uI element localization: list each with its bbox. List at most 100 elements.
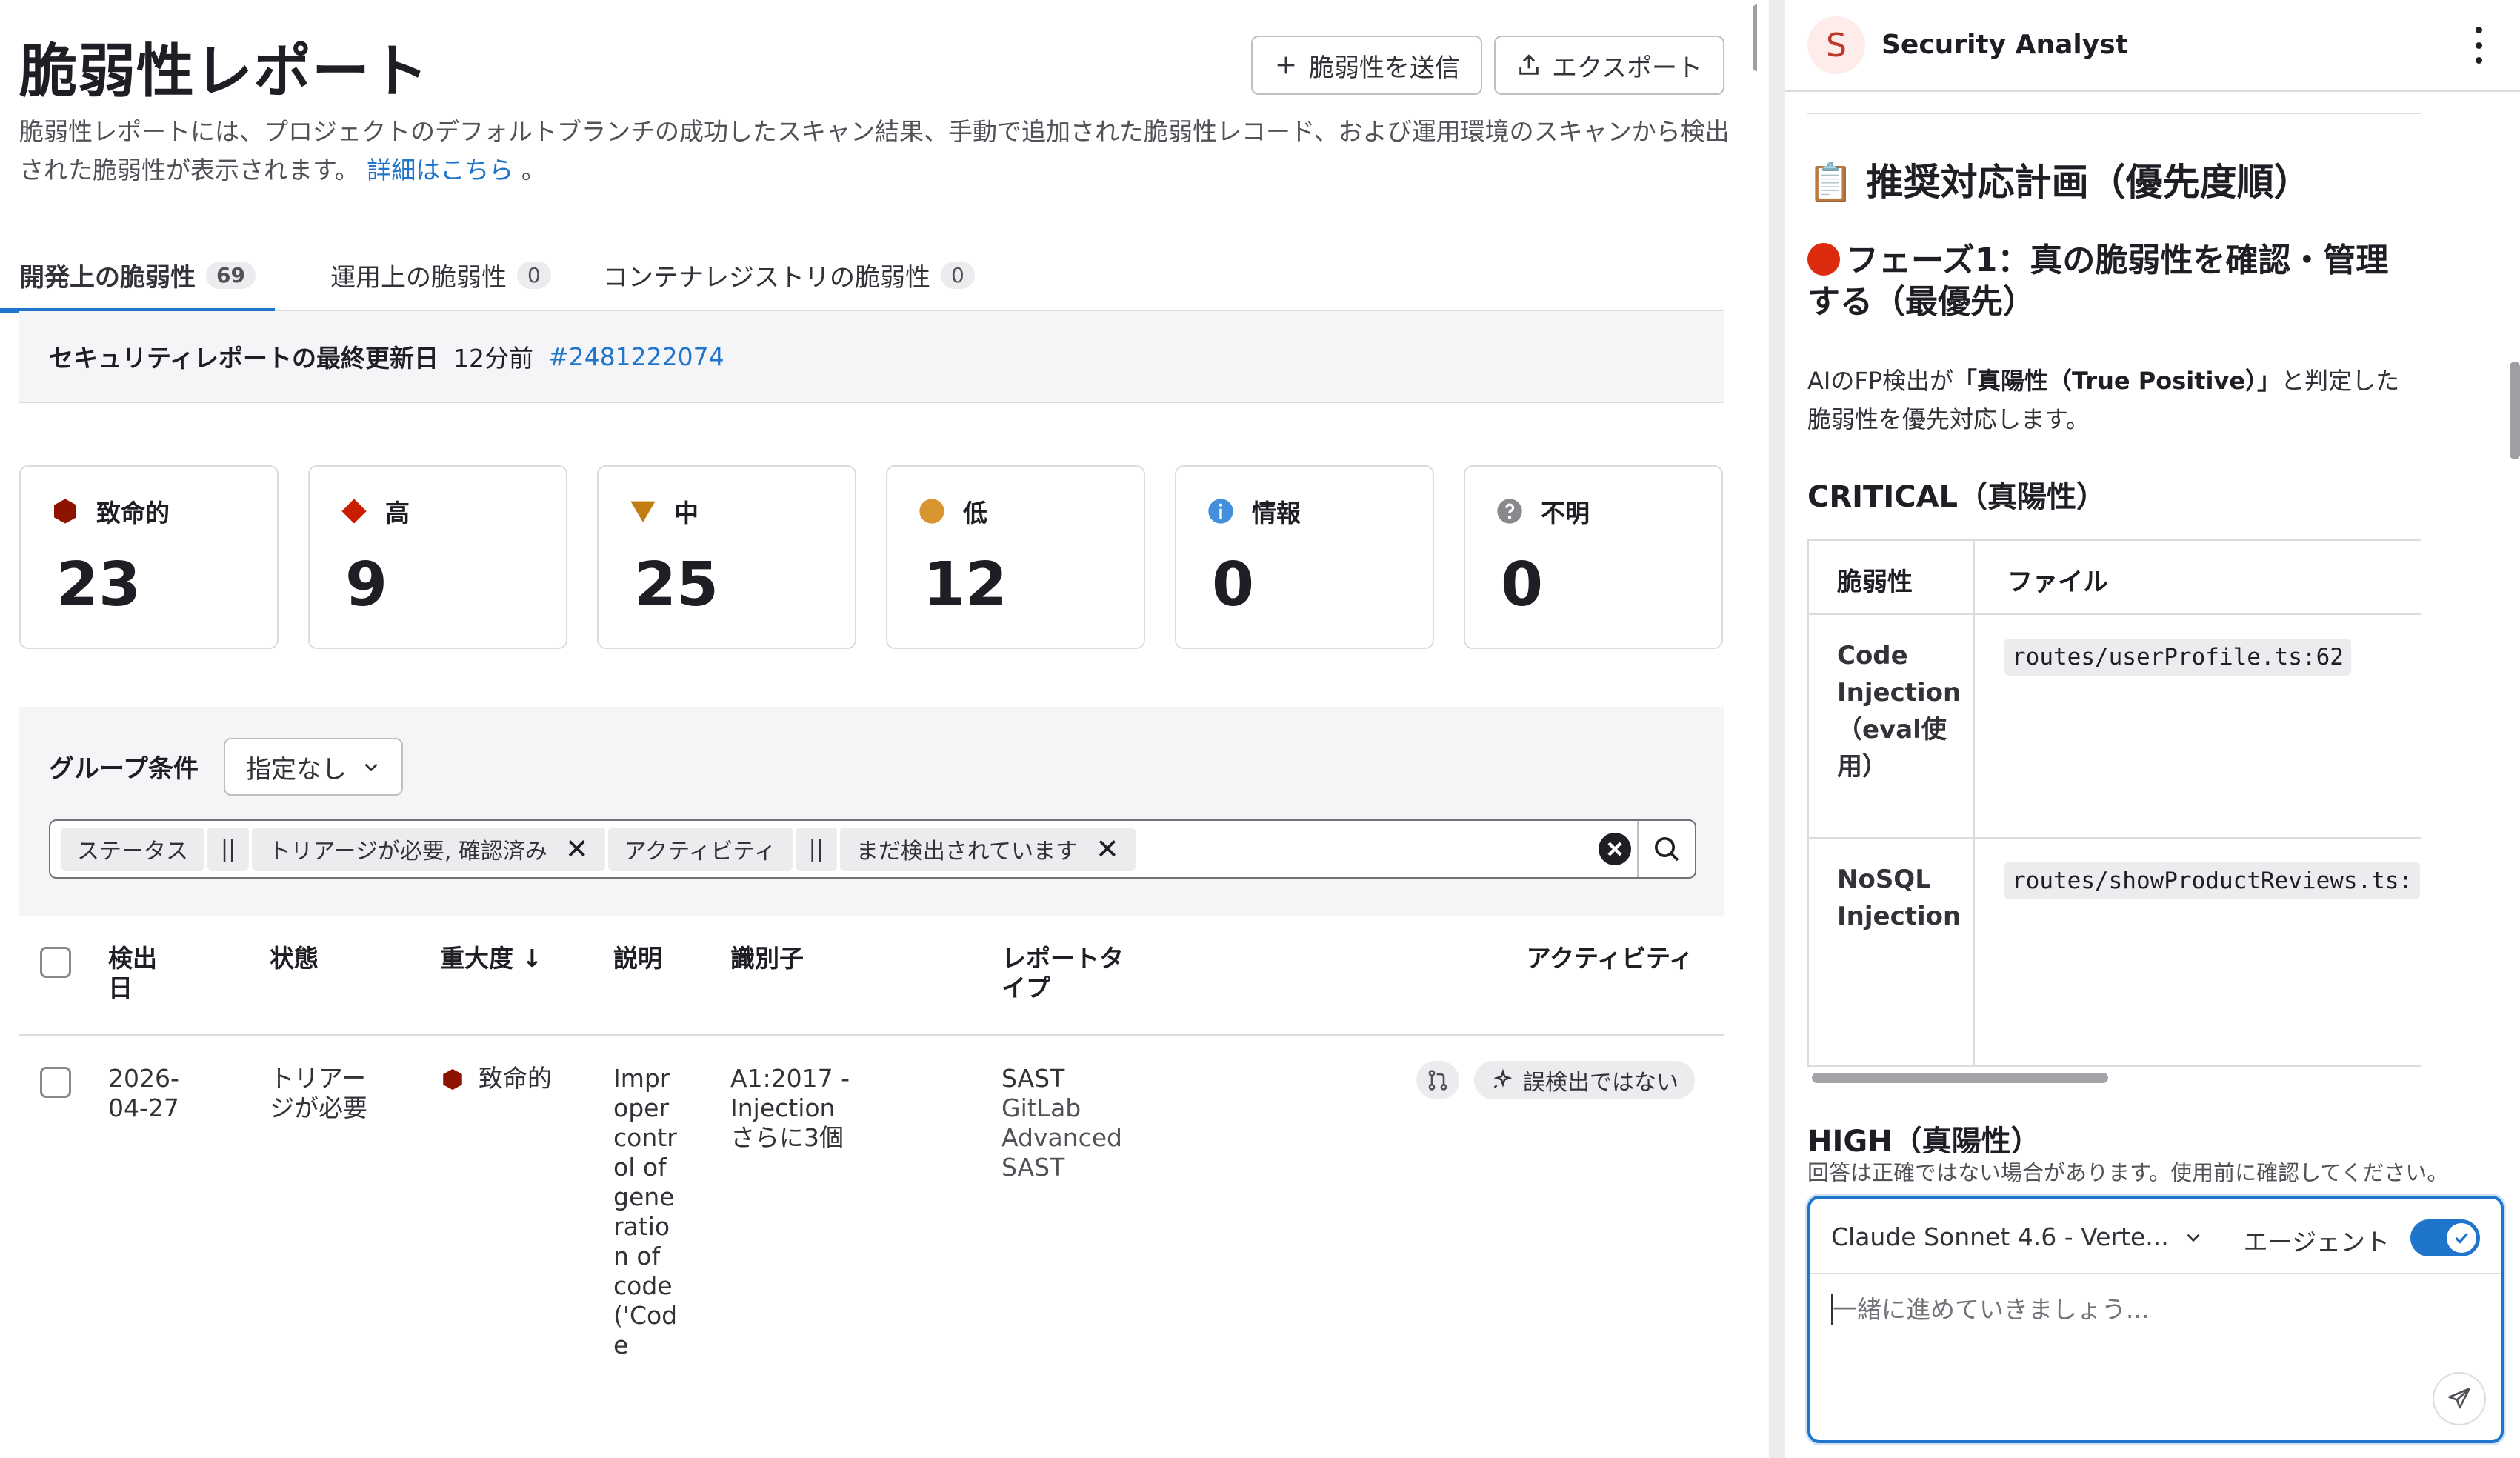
page-description: 脆弱性レポートには、プロジェクトのデフォルトブランチの成功したスキャン結果、手動… [19,113,1738,190]
phase1-heading: フェーズ1：真の脆弱性を確認・管理する（最優先） [1807,240,2415,323]
header-identifier[interactable]: 識別子 [730,944,804,973]
phase1-para-pre: AIのFP検出が [1807,367,1954,395]
critical-severity-icon [443,1068,462,1091]
header-report-type[interactable]: レポートタイプ [1001,944,1127,1003]
severity-card-high-header: 高 [339,493,410,529]
chat-composer: Claude Sonnet 4.6 - Verte... エージェント [1807,1196,2504,1443]
tab-development-label: 開発上の脆弱性 [19,262,196,293]
app-root: 脆弱性レポート 脆弱性を送信 エクスポート 脆弱性レポートには、プロジェクトのデ… [0,0,2520,1458]
panel-resize-handle[interactable] [1769,0,1785,1458]
critical-table-header-file: ファイル [2007,567,2108,597]
model-selector-value: Claude Sonnet 4.6 - Verte... [1831,1222,2169,1251]
more-options-icon[interactable] [2470,27,2487,64]
panel-scrollbar[interactable] [2510,362,2520,459]
chevron-down-icon [364,763,378,772]
group-by-label: グループ条件 [49,754,199,784]
row-description-link[interactable]: Improper control of generation of code (… [613,1064,680,1360]
report-tabs: 開発上の脆弱性 69 運用上の脆弱性 0 コンテナレジストリの脆弱性 0 [0,239,1724,313]
header-severity[interactable]: 重大度 ↓ [440,944,542,973]
filtered-search-bar[interactable]: ステータス || トリアージが必要, 確認済み ✕ アクティビティ || まだ検… [49,819,1696,879]
pipeline-link[interactable]: #2481222074 [548,342,724,371]
severity-critical-label: 致命的 [96,499,170,527]
search-icon [1655,837,1679,862]
last-updated-label: セキュリティレポートの最終更新日 [49,344,439,373]
header-status[interactable]: 状態 [270,944,319,973]
agent-mode-toggle[interactable] [2410,1219,2480,1256]
row-report-type-value: SAST [1001,1064,1065,1093]
filter-token-status-key[interactable]: ステータス [61,828,204,871]
merge-request-icon[interactable] [1416,1061,1459,1099]
filter-area: グループ条件 指定なし ステータス || トリアージが必要, 確認済み ✕ アク… [19,707,1724,916]
tab-container-registry-count: 0 [941,261,975,289]
submit-vulnerability-button[interactable]: 脆弱性を送信 [1251,36,1483,95]
severity-high-label: 高 [385,499,410,527]
chat-input[interactable] [1833,1295,2440,1324]
table-horizontal-scrollbar[interactable] [1812,1073,2108,1083]
learn-more-link[interactable]: 詳細はこちら [367,156,513,184]
filter-token-activity-key[interactable]: アクティビティ [607,828,793,871]
row-severity: 致命的 [440,1064,552,1094]
row-report-type: SAST GitLab Advanced SAST [1001,1064,1150,1182]
filter-token-activity-operator[interactable]: || [795,828,837,871]
filter-token-status-value[interactable]: トリアージが必要, 確認済み ✕ [252,828,605,871]
table-row: Code Injection（eval使用） routes/userProfil… [1807,615,2421,839]
severity-medium-label: 中 [674,499,699,527]
severity-card-info-header: 情報 [1206,493,1301,529]
select-all-checkbox[interactable] [40,947,71,978]
header-description[interactable]: 説明 [613,944,662,973]
severity-card-high[interactable]: 高 9 [308,465,567,649]
tab-container-registry[interactable]: コンテナレジストリの脆弱性 0 [603,239,975,311]
severity-unknown-label: 不明 [1541,499,1590,527]
filter-token-activity-value-text: まだ検出されています [856,839,1078,865]
clear-filters-icon[interactable] [1597,831,1633,867]
row-activity: 誤検出ではない [1416,1061,1695,1099]
critical-row-file: routes/showProductReviews.ts: [2004,862,2421,899]
remove-status-filter-icon[interactable]: ✕ [565,833,589,865]
not-false-positive-badge[interactable]: 誤検出ではない [1474,1061,1695,1099]
severity-card-info[interactable]: 情報 0 [1175,465,1434,649]
header-detected[interactable]: 検出日 [108,944,175,1003]
row-checkbox[interactable] [40,1067,71,1098]
header-activity[interactable]: アクティビティ [1527,944,1693,973]
last-updated-time: 12分前 [453,344,534,373]
severity-card-low[interactable]: 低 12 [886,465,1145,649]
row-detected-date: 2026-04-27 [108,1064,179,1122]
severity-card-medium-header: 中 [628,493,699,529]
severity-unknown-count: 0 [1501,550,1544,620]
tab-operational-label: 運用上の脆弱性 [330,262,507,293]
medium-severity-icon [630,501,656,522]
filter-token-activity-value[interactable]: まだ検出されています ✕ [839,828,1136,871]
severity-cards: 致命的 23 高 9 中 25 低 12 情報 0 不明 0 [19,465,1724,649]
filter-token-status-operator[interactable]: || [207,828,250,871]
ai-disclaimer: 回答は正確ではない場合があります。使用前に確認してください。 [1807,1153,2504,1187]
info-severity-icon [1208,499,1233,524]
tab-development[interactable]: 開発上の脆弱性 69 [0,239,275,313]
remove-activity-filter-icon[interactable]: ✕ [1096,833,1119,865]
severity-card-medium[interactable]: 中 25 [597,465,856,649]
avatar: S [1807,16,1865,74]
group-by-dropdown[interactable]: 指定なし [224,738,403,796]
agent-mode-label: エージェント [2243,1228,2390,1256]
severity-info-label: 情報 [1252,499,1301,527]
critical-vulnerability-table: 脆弱性 ファイル Code Injection（eval使用） routes/u… [1807,539,2421,1067]
main-scrollbar[interactable] [1753,4,1757,71]
critical-severity-icon [54,499,76,524]
table-row: NoSQL Injection routes/showProductReview… [1807,839,2421,1065]
row-status: トリアージが必要 [270,1064,367,1122]
export-button[interactable]: エクスポート [1494,36,1724,95]
severity-card-unknown[interactable]: 不明 0 [1464,465,1723,649]
table-row[interactable]: 2026-04-27 トリアージが必要 致命的 Improper control… [19,1036,1724,1458]
search-button[interactable] [1637,821,1695,877]
high-severity-icon [341,499,367,524]
tab-operational[interactable]: 運用上の脆弱性 0 [330,239,551,311]
row-severity-label: 致命的 [479,1064,552,1093]
vulnerability-table-header: 検出日 状態 重大度 ↓ 説明 識別子 レポートタイプ アクティビティ [19,919,1724,1036]
severity-medium-count: 25 [634,550,719,620]
chat-divider [1807,113,2421,114]
severity-card-critical[interactable]: 致命的 23 [19,465,279,649]
row-identifier: A1:2017 - Injection さらに3個 [730,1064,953,1153]
send-button[interactable] [2433,1372,2486,1425]
model-selector[interactable]: Claude Sonnet 4.6 - Verte... [1831,1222,2203,1251]
row-identifier-primary: A1:2017 - Injection [730,1064,850,1122]
row-identifier-more[interactable]: さらに3個 [730,1123,953,1153]
